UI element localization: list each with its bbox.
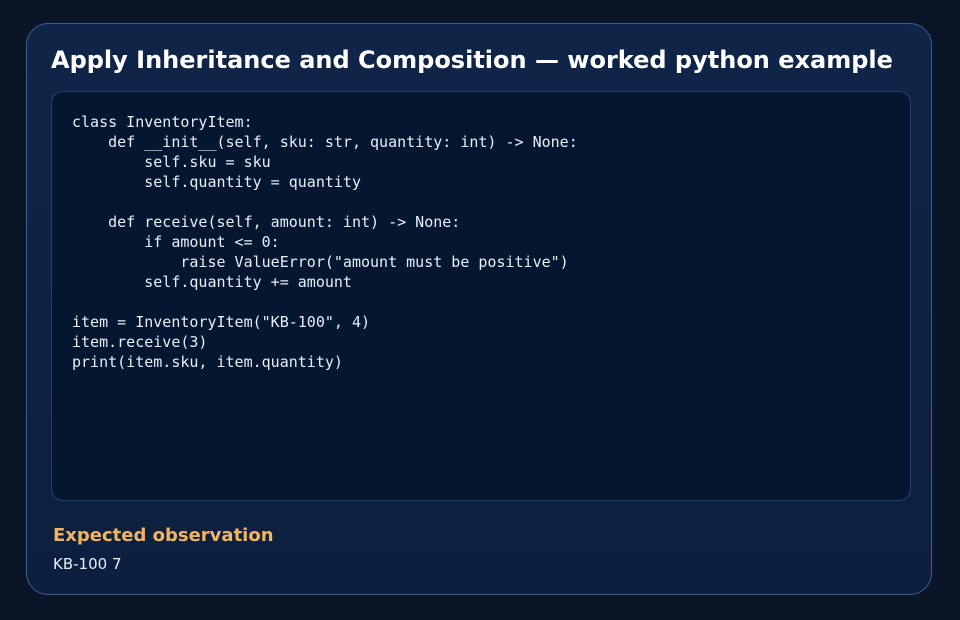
code-text: class InventoryItem: def __init__(self, … (72, 113, 578, 371)
expected-observation-label: Expected observation (53, 525, 274, 546)
code-block: class InventoryItem: def __init__(self, … (51, 91, 911, 501)
card-title: Apply Inheritance and Composition — work… (51, 46, 893, 74)
expected-observation-value: KB-100 7 (53, 555, 122, 573)
example-card: Apply Inheritance and Composition — work… (26, 23, 932, 595)
